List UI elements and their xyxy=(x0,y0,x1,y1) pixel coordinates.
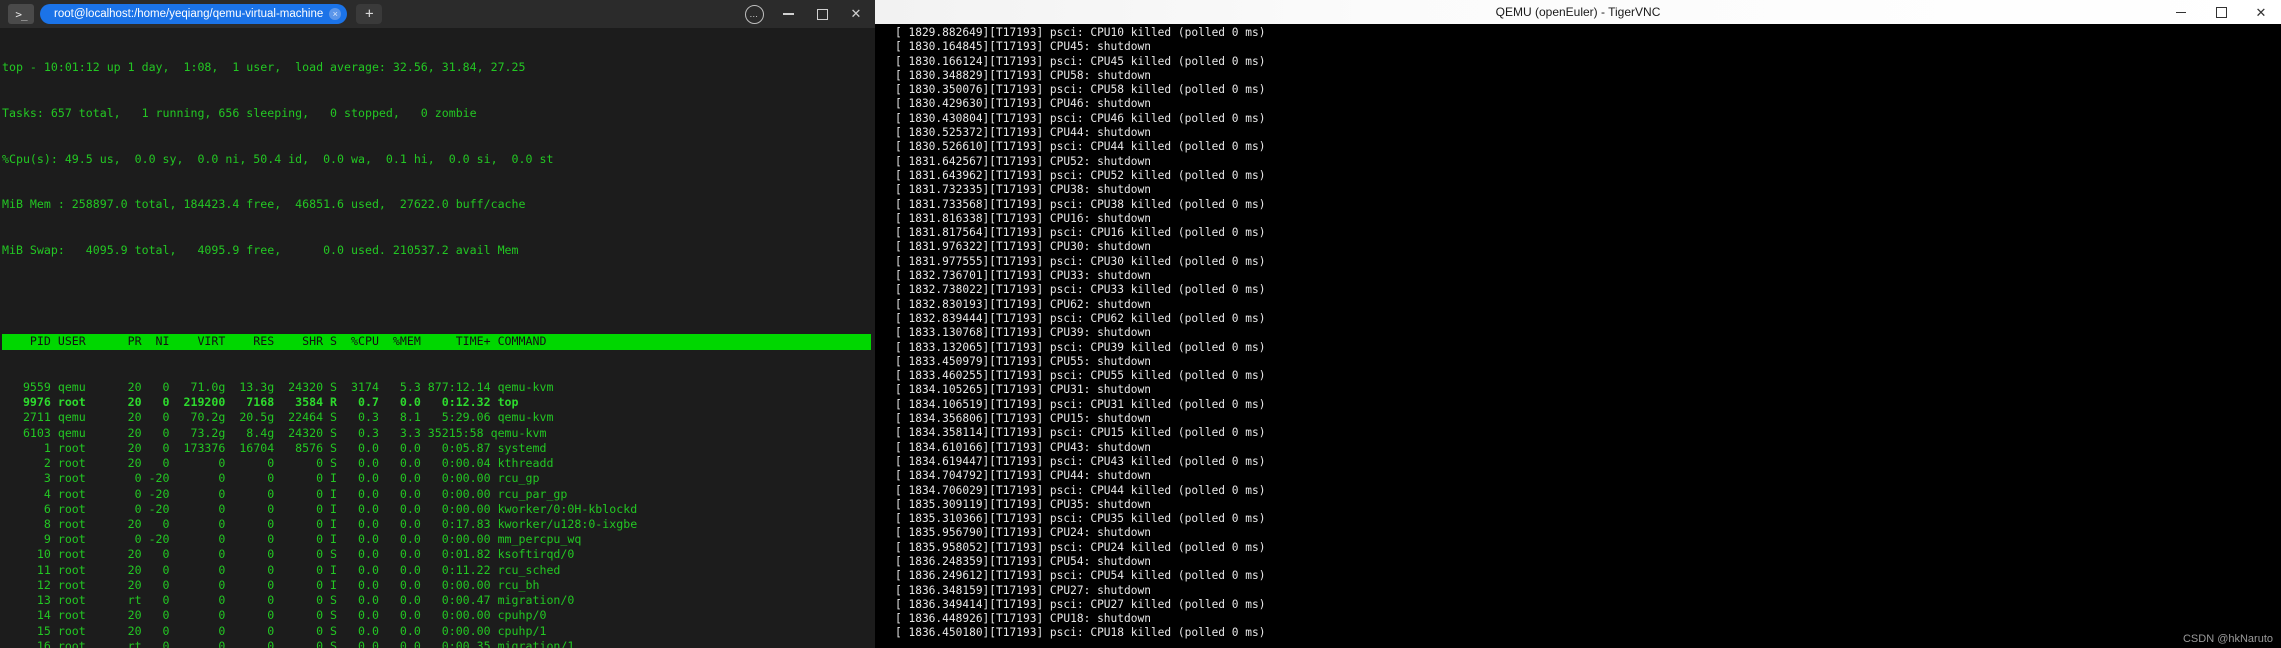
table-row: 16 root rt 0 0 0 0 S 0.0 0.0 0:00.35 mig… xyxy=(2,638,575,648)
terminal-prompt-icon: >_ xyxy=(8,4,34,24)
top-summary-line: top - 10:01:12 up 1 day, 1:08, 1 user, l… xyxy=(2,60,526,75)
table-row: 14 root 20 0 0 0 0 S 0.0 0.0 0:00.00 cpu… xyxy=(2,608,547,623)
table-row: 4 root 0 -20 0 0 0 I 0.0 0.0 0:00.00 rcu… xyxy=(2,486,568,501)
log-line: [ 1833.132065][T17193] psci: CPU39 kille… xyxy=(895,340,1266,354)
log-line: [ 1830.526610][T17193] psci: CPU44 kille… xyxy=(895,140,1266,154)
log-line: [ 1834.610166][T17193] CPU43: shutdown xyxy=(895,440,1151,454)
maximize-icon xyxy=(816,8,828,20)
table-row: 11 root 20 0 0 0 0 I 0.0 0.0 0:11.22 rcu… xyxy=(2,562,561,577)
close-icon: ✕ xyxy=(2255,4,2267,20)
vnc-minimize-button[interactable] xyxy=(2161,0,2201,24)
terminal-tab-label: root@localhost:/home/yeqiang/qemu-virtua… xyxy=(54,8,324,20)
log-line: [ 1836.448926][T17193] CPU18: shutdown xyxy=(895,612,1151,626)
log-line: [ 1831.732335][T17193] CPU38: shutdown xyxy=(895,183,1151,197)
log-line: [ 1832.839444][T17193] psci: CPU62 kille… xyxy=(895,311,1266,325)
log-line: [ 1830.525372][T17193] CPU44: shutdown xyxy=(895,126,1151,140)
close-window-icon: ✕ xyxy=(850,6,862,21)
log-line: [ 1831.733568][T17193] psci: CPU38 kille… xyxy=(895,197,1266,211)
ellipsis-icon: … xyxy=(744,4,764,24)
log-line: [ 1834.106519][T17193] psci: CPU31 kille… xyxy=(895,397,1266,411)
log-line: [ 1831.817564][T17193] psci: CPU16 kille… xyxy=(895,226,1266,240)
table-row: 9559 qemu 20 0 71.0g 13.3g 24320 S 3174 … xyxy=(2,380,554,395)
log-line: [ 1833.130768][T17193] CPU39: shutdown xyxy=(895,326,1151,340)
log-line: [ 1834.706029][T17193] psci: CPU44 kille… xyxy=(895,483,1266,497)
log-line: [ 1834.356806][T17193] CPU15: shutdown xyxy=(895,412,1151,426)
table-row: 2711 qemu 20 0 70.2g 20.5g 22464 S 0.3 8… xyxy=(2,410,554,425)
terminal-window: >_ root@localhost:/home/yeqiang/qemu-vir… xyxy=(0,0,875,648)
screen-root: >_ root@localhost:/home/yeqiang/qemu-vir… xyxy=(0,0,2281,648)
table-row: 6103 qemu 20 0 73.2g 8.4g 24320 S 0.3 3.… xyxy=(2,425,547,440)
process-table-header: PID USER PR NI VIRT RES SHR S %CPU %MEM … xyxy=(2,334,875,350)
table-row: 15 root 20 0 0 0 0 S 0.0 0.0 0:00.00 cpu… xyxy=(2,623,547,638)
log-line: [ 1830.350076][T17193] psci: CPU58 kille… xyxy=(895,83,1266,97)
log-line: [ 1831.643962][T17193] psci: CPU52 kille… xyxy=(895,168,1266,182)
log-line: [ 1831.976322][T17193] CPU30: shutdown xyxy=(895,240,1151,254)
top-cpu-line: %Cpu(s): 49.5 us, 0.0 sy, 0.0 ni, 50.4 i… xyxy=(2,151,554,166)
table-row: 1 root 20 0 173376 16704 8576 S 0.0 0.0 … xyxy=(2,440,547,455)
log-line: [ 1832.830193][T17193] CPU62: shutdown xyxy=(895,297,1151,311)
log-line: [ 1835.956790][T17193] CPU24: shutdown xyxy=(895,526,1151,540)
log-line: [ 1829.882649][T17193] psci: CPU10 kille… xyxy=(895,26,1266,39)
top-tasks-line: Tasks: 657 total, 1 running, 656 sleepin… xyxy=(2,106,477,121)
vnc-titlebar: QEMU (openEuler) - TigerVNC ✕ xyxy=(875,0,2281,24)
log-line: [ 1835.310366][T17193] psci: CPU35 kille… xyxy=(895,512,1266,526)
table-row: 13 root rt 0 0 0 0 S 0.0 0.0 0:00.47 mig… xyxy=(2,593,575,608)
log-line: [ 1832.738022][T17193] psci: CPU33 kille… xyxy=(895,283,1266,297)
log-line: [ 1833.460255][T17193] psci: CPU55 kille… xyxy=(895,369,1266,383)
top-swap-line: MiB Swap: 4095.9 total, 4095.9 free, 0.0… xyxy=(2,243,519,258)
top-mem-line: MiB Mem : 258897.0 total, 184423.4 free,… xyxy=(2,197,526,212)
log-line: [ 1834.105265][T17193] CPU31: shutdown xyxy=(895,383,1151,397)
table-row: 3 root 0 -20 0 0 0 I 0.0 0.0 0:00.00 rcu… xyxy=(2,471,540,486)
log-line: [ 1834.358114][T17193] psci: CPU15 kille… xyxy=(895,426,1266,440)
log-line: [ 1830.166124][T17193] psci: CPU45 kille… xyxy=(895,54,1266,68)
log-line: [ 1832.736701][T17193] CPU33: shutdown xyxy=(895,269,1151,283)
log-line: [ 1830.164845][T17193] CPU45: shutdown xyxy=(895,40,1151,54)
log-line: [ 1836.349414][T17193] psci: CPU27 kille… xyxy=(895,597,1266,611)
log-line: [ 1836.348159][T17193] CPU27: shutdown xyxy=(895,583,1151,597)
table-row: 6 root 0 -20 0 0 0 I 0.0 0.0 0:00.00 kwo… xyxy=(2,501,638,516)
minimize-icon xyxy=(2176,11,2186,13)
vnc-maximize-button[interactable] xyxy=(2201,0,2241,24)
terminal-titlebar: >_ root@localhost:/home/yeqiang/qemu-vir… xyxy=(0,0,875,28)
minimize-icon xyxy=(782,13,794,15)
vnc-close-button[interactable]: ✕ xyxy=(2241,0,2281,24)
table-row: 9 root 0 -20 0 0 0 I 0.0 0.0 0:00.00 mm_… xyxy=(2,532,582,547)
table-row: 12 root 20 0 0 0 0 I 0.0 0.0 0:00.00 rcu… xyxy=(2,577,540,592)
vnc-window-controls: ✕ xyxy=(2161,0,2281,24)
table-row: 10 root 20 0 0 0 0 S 0.0 0.0 0:01.82 kso… xyxy=(2,547,575,562)
log-line: [ 1834.704792][T17193] CPU44: shutdown xyxy=(895,469,1151,483)
window-controls: … ✕ xyxy=(737,0,873,28)
table-row: 9976 root 20 0 219200 7168 3584 R 0.7 0.… xyxy=(2,395,519,410)
vnc-window-title: QEMU (openEuler) - TigerVNC xyxy=(1495,5,1661,19)
log-line: [ 1831.977555][T17193] psci: CPU30 kille… xyxy=(895,254,1266,268)
close-button[interactable]: ✕ xyxy=(839,0,873,28)
table-row: 2 root 20 0 0 0 0 S 0.0 0.0 0:00.04 kthr… xyxy=(2,456,554,471)
log-line: [ 1831.816338][T17193] CPU16: shutdown xyxy=(895,211,1151,225)
new-tab-button[interactable]: + xyxy=(356,4,383,24)
terminal-output[interactable]: top - 10:01:12 up 1 day, 1:08, 1 user, l… xyxy=(0,28,875,648)
table-row: 8 root 20 0 0 0 0 I 0.0 0.0 0:17.83 kwor… xyxy=(2,517,638,531)
terminal-tab[interactable]: root@localhost:/home/yeqiang/qemu-virtua… xyxy=(40,4,348,24)
log-line: [ 1834.619447][T17193] psci: CPU43 kille… xyxy=(895,454,1266,468)
log-line: [ 1833.450979][T17193] CPU55: shutdown xyxy=(895,354,1151,368)
log-line: [ 1836.249612][T17193] psci: CPU54 kille… xyxy=(895,569,1266,583)
vnc-console-output[interactable]: [ 1829.882649][T17193] psci: CPU10 kille… xyxy=(875,24,2281,648)
log-line: [ 1835.958052][T17193] psci: CPU24 kille… xyxy=(895,540,1266,554)
log-line: [ 1830.348829][T17193] CPU58: shutdown xyxy=(895,68,1151,82)
log-line: [ 1830.429630][T17193] CPU46: shutdown xyxy=(895,97,1151,111)
menu-button[interactable]: … xyxy=(737,0,771,28)
maximize-icon xyxy=(2215,6,2227,18)
log-line: [ 1836.248359][T17193] CPU54: shutdown xyxy=(895,554,1151,568)
log-line: [ 1830.430804][T17193] psci: CPU46 kille… xyxy=(895,111,1266,125)
log-line: [ 1831.642567][T17193] CPU52: shutdown xyxy=(895,154,1151,168)
minimize-button[interactable] xyxy=(771,0,805,28)
close-icon[interactable]: × xyxy=(329,8,342,20)
log-line: [ 1836.450180][T17193] psci: CPU18 kille… xyxy=(895,626,1266,640)
log-line: [ 1835.309119][T17193] CPU35: shutdown xyxy=(895,497,1151,511)
process-table-body: 9559 qemu 20 0 71.0g 13.3g 24320 S 3174 … xyxy=(2,380,875,648)
vnc-window: QEMU (openEuler) - TigerVNC ✕ [ 1829.882… xyxy=(875,0,2281,648)
maximize-button[interactable] xyxy=(805,0,839,28)
watermark-label: CSDN @hkNaruto xyxy=(2182,633,2273,645)
